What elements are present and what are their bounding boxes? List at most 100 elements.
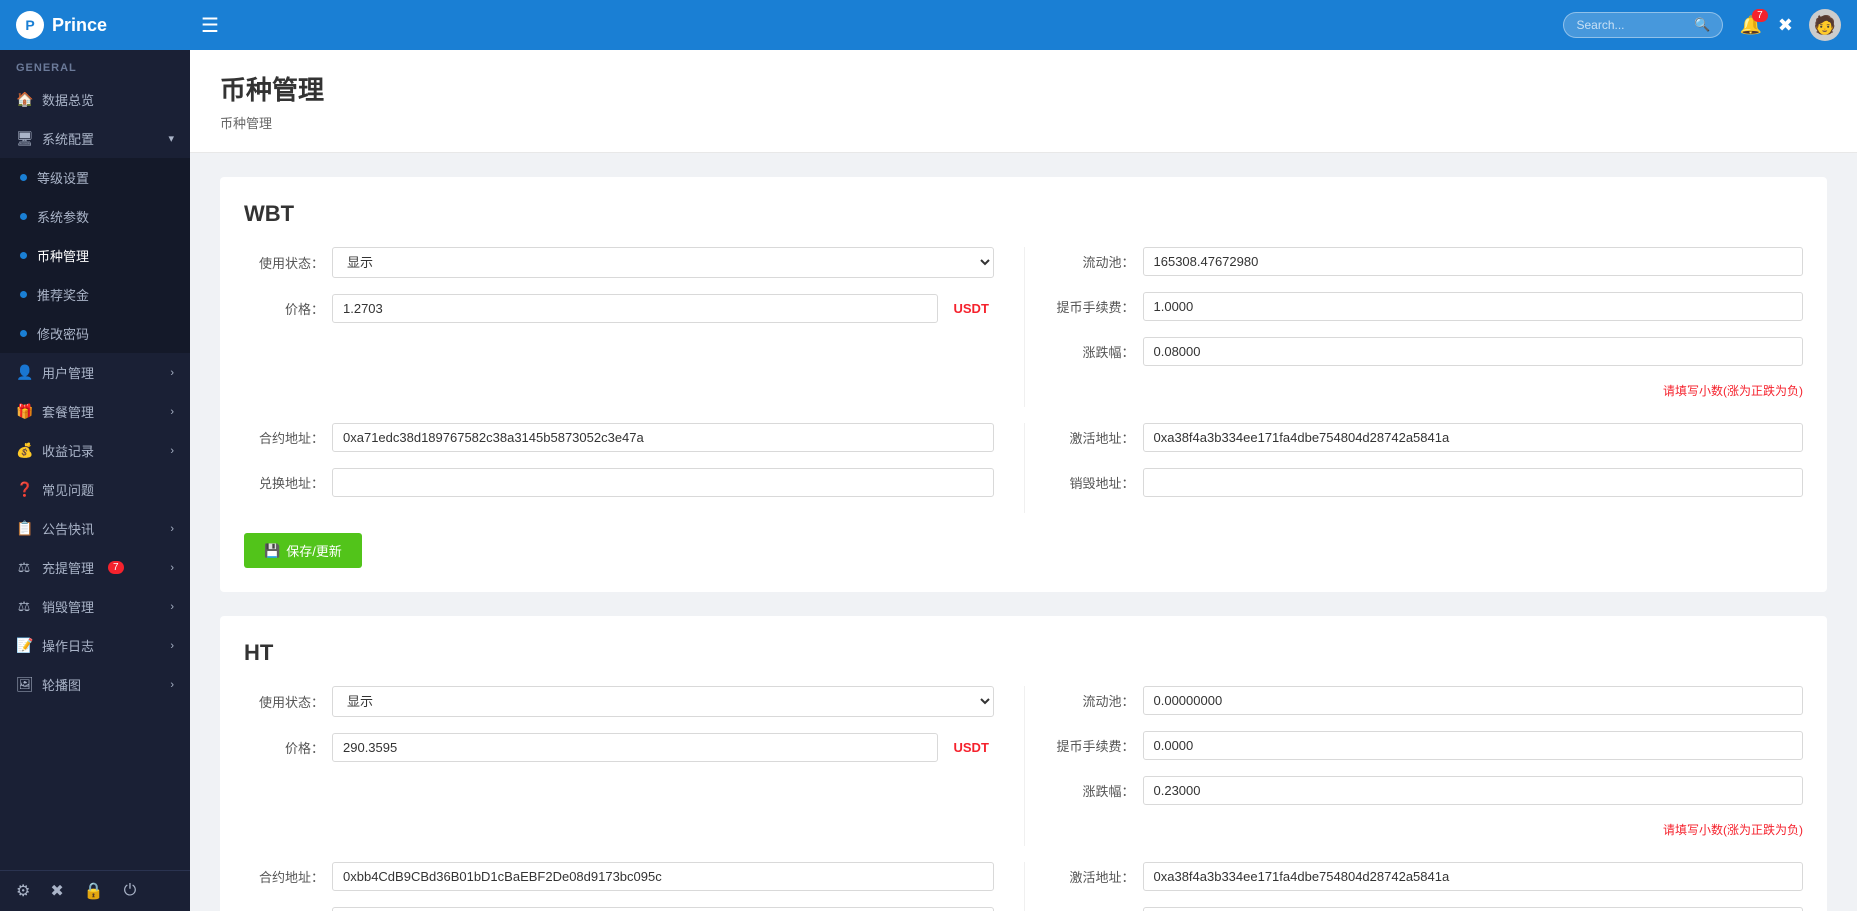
- notification-bell[interactable]: 🔔 7: [1739, 15, 1761, 36]
- currency-title-ht: HT: [244, 640, 1803, 666]
- currency-section-wbt: WBT 使用状态： 显示 隐藏 价格：: [220, 177, 1827, 592]
- destroy-addr-input-wbt[interactable]: [1143, 468, 1804, 497]
- sidebar-item-referral-bonus[interactable]: 推荐奖金: [0, 275, 190, 314]
- contract-addr-label-wbt: 合约地址：: [244, 428, 324, 447]
- liquidity-input-ht[interactable]: [1143, 686, 1804, 715]
- sidebar-item-label: 用户管理: [42, 363, 94, 382]
- sidebar-item-label: 推荐奖金: [37, 285, 89, 304]
- withdraw-fee-input-ht[interactable]: [1143, 731, 1804, 760]
- tools-icon[interactable]: ✖: [50, 881, 63, 901]
- withdraw-fee-row-ht: 提币手续费：: [1055, 731, 1804, 760]
- status-label-ht: 使用状态：: [244, 692, 324, 711]
- settings-bottom-icon[interactable]: ⚙: [16, 881, 30, 901]
- logo-area: P Prince: [16, 11, 201, 39]
- sidebar-item-income-record[interactable]: 💰 收益记录 ›: [0, 431, 190, 470]
- usdt-label-ht: USDT: [954, 740, 994, 755]
- sidebar-item-dashboard[interactable]: 🏠 数据总览: [0, 80, 190, 119]
- chevron-right-icon: ›: [170, 562, 174, 574]
- sidebar-item-label: 币种管理: [37, 246, 89, 265]
- status-label-wbt: 使用状态：: [244, 253, 324, 272]
- user-icon: 👤: [16, 364, 32, 381]
- sidebar-item-label: 数据总览: [42, 90, 94, 109]
- recharge-icon: ⚖: [16, 559, 32, 576]
- lock-icon[interactable]: 🔒: [84, 881, 104, 901]
- sidebar-item-grade-settings[interactable]: 等级设置: [0, 158, 190, 197]
- sidebar-item-package-mgmt[interactable]: 🎁 套餐管理 ›: [0, 392, 190, 431]
- destroy-addr-input-ht[interactable]: [1143, 907, 1804, 911]
- page-title: 币种管理: [220, 70, 1827, 107]
- content-area: 币种管理 币种管理 WBT 使用状态： 显示 隐藏: [190, 50, 1857, 911]
- sidebar-item-label: 操作日志: [42, 636, 94, 655]
- price-change-row-wbt: 涨跌幅：: [1055, 337, 1804, 366]
- status-row-ht: 使用状态： 显示 隐藏: [244, 686, 994, 717]
- withdraw-fee-row-wbt: 提币手续费：: [1055, 292, 1804, 321]
- user-avatar[interactable]: 🧑: [1809, 9, 1841, 41]
- chevron-right-icon: ›: [170, 640, 174, 652]
- monitor-icon: 🖥: [16, 130, 32, 147]
- contract-addr-row-ht: 合约地址：: [244, 862, 994, 891]
- status-select-ht[interactable]: 显示 隐藏: [332, 686, 994, 717]
- chevron-right-icon: ›: [170, 406, 174, 418]
- log-icon: 📝: [16, 637, 32, 654]
- hamburger-button[interactable]: ☰: [201, 13, 219, 38]
- hint-text-ht: 请填写小数(涨为正跌为负): [1055, 821, 1804, 838]
- sidebar-item-operation-log[interactable]: 📝 操作日志 ›: [0, 626, 190, 665]
- price-input-wbt[interactable]: [332, 294, 938, 323]
- price-change-input-ht[interactable]: [1143, 776, 1804, 805]
- power-icon[interactable]: ⏻: [124, 882, 137, 900]
- sidebar-item-recharge-mgmt[interactable]: ⚖ 充提管理 7 ›: [0, 548, 190, 587]
- destroy-icon: ⚖: [16, 598, 32, 615]
- search-box[interactable]: 🔍: [1563, 12, 1723, 38]
- sidebar-item-user-mgmt[interactable]: 👤 用户管理 ›: [0, 353, 190, 392]
- sidebar-item-label: 收益记录: [42, 441, 94, 460]
- contract-addr-label-ht: 合约地址：: [244, 867, 324, 886]
- breadcrumb: 币种管理: [220, 113, 1827, 132]
- status-select-wbt[interactable]: 显示 隐藏: [332, 247, 994, 278]
- income-icon: 💰: [16, 442, 32, 459]
- home-icon: 🏠: [16, 91, 32, 108]
- price-change-input-wbt[interactable]: [1143, 337, 1804, 366]
- redeem-addr-label-wbt: 兑换地址：: [244, 473, 324, 492]
- app-name: Prince: [52, 15, 107, 36]
- settings-icon[interactable]: ✖: [1778, 15, 1793, 36]
- dot-indicator: [20, 252, 27, 259]
- activate-addr-label-wbt: 激活地址：: [1055, 428, 1135, 447]
- sidebar-submenu-system: 等级设置 系统参数 币种管理 推荐奖金 修改密码: [0, 158, 190, 353]
- sidebar-item-destroy-mgmt[interactable]: ⚖ 销毁管理 ›: [0, 587, 190, 626]
- sidebar-item-change-password[interactable]: 修改密码: [0, 314, 190, 353]
- sidebar-item-carousel[interactable]: 🖼 轮播图 ›: [0, 665, 190, 704]
- withdraw-fee-input-wbt[interactable]: [1143, 292, 1804, 321]
- top-header: P Prince ☰ 🔍 🔔 7 ✖ 🧑: [0, 0, 1857, 50]
- main-layout: GENERAL 🏠 数据总览 🖥 系统配置 ▾ 等级设置 系统参数 币种管理: [0, 50, 1857, 911]
- save-button-wbt[interactable]: 💾 保存/更新: [244, 533, 362, 568]
- search-input[interactable]: [1576, 18, 1688, 32]
- sidebar-item-label: 充提管理: [42, 558, 94, 577]
- sidebar-item-system-config[interactable]: 🖥 系统配置 ▾: [0, 119, 190, 158]
- chevron-right-icon: ›: [170, 523, 174, 535]
- sidebar-item-system-params[interactable]: 系统参数: [0, 197, 190, 236]
- sidebar-item-label: 系统配置: [42, 129, 94, 148]
- chevron-right-icon: ›: [170, 601, 174, 613]
- dot-indicator: [20, 291, 27, 298]
- sidebar-item-announcement[interactable]: 📋 公告快讯 ›: [0, 509, 190, 548]
- activate-addr-input-ht[interactable]: [1143, 862, 1804, 891]
- chevron-right-icon: ›: [170, 445, 174, 457]
- contract-addr-input-wbt[interactable]: [332, 423, 994, 452]
- activate-addr-input-wbt[interactable]: [1143, 423, 1804, 452]
- price-row-ht: 价格： USDT: [244, 733, 994, 762]
- withdraw-fee-label-wbt: 提币手续费：: [1055, 297, 1135, 316]
- price-input-ht[interactable]: [332, 733, 938, 762]
- sidebar-item-faq[interactable]: ❓ 常见问题: [0, 470, 190, 509]
- price-label-wbt: 价格：: [244, 299, 324, 318]
- page-title-bar: 币种管理 币种管理: [190, 50, 1857, 153]
- currency-section-ht: HT 使用状态： 显示 隐藏 价格： US: [220, 616, 1827, 911]
- liquidity-input-wbt[interactable]: [1143, 247, 1804, 276]
- contract-addr-input-ht[interactable]: [332, 862, 994, 891]
- sidebar-item-currency-mgmt[interactable]: 币种管理: [0, 236, 190, 275]
- redeem-addr-input-ht[interactable]: [332, 907, 994, 911]
- destroy-addr-row-wbt: 销毁地址：: [1055, 468, 1804, 497]
- sidebar-item-label: 套餐管理: [42, 402, 94, 421]
- faq-icon: ❓: [16, 481, 32, 498]
- redeem-addr-input-wbt[interactable]: [332, 468, 994, 497]
- sidebar-item-label: 常见问题: [42, 480, 94, 499]
